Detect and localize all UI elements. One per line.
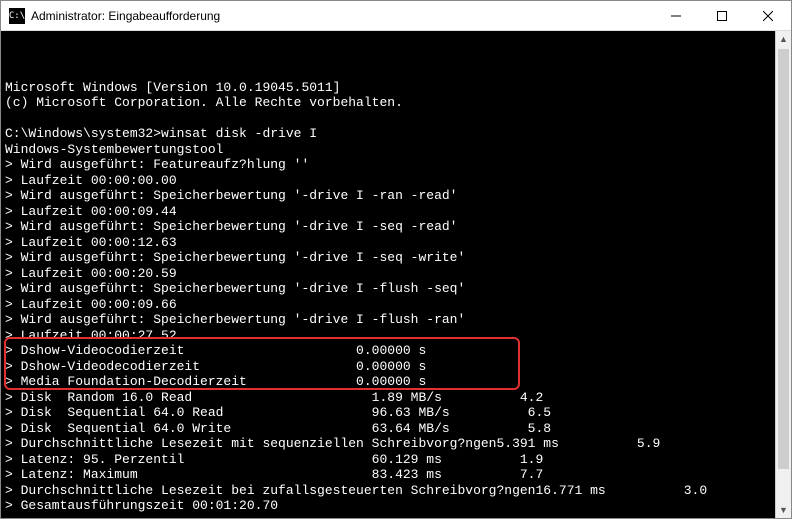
terminal-line: > Laufzeit 00:00:20.59 [5, 266, 787, 282]
terminal-line: > Laufzeit 00:00:09.44 [5, 204, 787, 220]
terminal-line: > Wird ausgeführt: Speicherbewertung '-d… [5, 188, 787, 204]
terminal-line: > Latenz: 95. Perzentil 60.129 ms 1.9 [5, 452, 787, 468]
terminal-line: > Dshow-Videocodierzeit 0.00000 s [5, 343, 787, 359]
app-icon: C:\ [9, 8, 25, 24]
terminal-line: > Wird ausgeführt: Featureaufz?hlung '' [5, 157, 787, 173]
window-controls [653, 1, 791, 30]
terminal-line: C:\Windows\system32>winsat disk -drive I [5, 126, 787, 142]
terminal-line: > Disk Random 16.0 Read 1.89 MB/s 4.2 [5, 390, 787, 406]
terminal-line: > Media Foundation-Decodierzeit 0.00000 … [5, 374, 787, 390]
close-button[interactable] [745, 1, 791, 30]
terminal-line: > Wird ausgeführt: Speicherbewertung '-d… [5, 250, 787, 266]
terminal-line: > Gesamtausführungszeit 00:01:20.70 [5, 498, 787, 514]
terminal-line: > Laufzeit 00:00:27.52 [5, 328, 787, 344]
terminal-line: (c) Microsoft Corporation. Alle Rechte v… [5, 95, 787, 111]
close-icon [763, 11, 773, 21]
vertical-scrollbar[interactable]: ▲ ▼ [775, 31, 791, 518]
terminal-line: > Disk Sequential 64.0 Write 63.64 MB/s … [5, 421, 787, 437]
minimize-button[interactable] [653, 1, 699, 30]
titlebar: C:\ Administrator: Eingabeaufforderung [1, 1, 791, 31]
maximize-button[interactable] [699, 1, 745, 30]
terminal-line: > Wird ausgeführt: Speicherbewertung '-d… [5, 281, 787, 297]
terminal-line: > Wird ausgeführt: Speicherbewertung '-d… [5, 219, 787, 235]
terminal-line: > Disk Sequential 64.0 Read 96.63 MB/s 6… [5, 405, 787, 421]
terminal-output[interactable]: Microsoft Windows [Version 10.0.19045.50… [1, 31, 791, 518]
window-title: Administrator: Eingabeaufforderung [31, 9, 653, 23]
terminal-line [5, 514, 787, 519]
terminal-line: > Durchschnittliche Lesezeit mit sequenz… [5, 436, 787, 452]
terminal-line: > Dshow-Videodecodierzeit 0.00000 s [5, 359, 787, 375]
command-prompt-window: C:\ Administrator: Eingabeaufforderung M… [0, 0, 792, 519]
scrollbar-thumb[interactable] [778, 49, 789, 469]
maximize-icon [717, 11, 727, 21]
terminal-line: > Laufzeit 00:00:12.63 [5, 235, 787, 251]
scroll-up-button[interactable]: ▲ [776, 31, 791, 47]
scroll-down-button[interactable]: ▼ [776, 502, 791, 518]
terminal-line: Microsoft Windows [Version 10.0.19045.50… [5, 80, 787, 96]
minimize-icon [671, 11, 681, 21]
terminal-line: > Laufzeit 00:00:09.66 [5, 297, 787, 313]
terminal-line: > Durchschnittliche Lesezeit bei zufalls… [5, 483, 787, 499]
terminal-line: > Wird ausgeführt: Speicherbewertung '-d… [5, 312, 787, 328]
terminal-line: > Latenz: Maximum 83.423 ms 7.7 [5, 467, 787, 483]
terminal-line [5, 111, 787, 127]
terminal-line: > Laufzeit 00:00:00.00 [5, 173, 787, 189]
terminal-line: Windows-Systembewertungstool [5, 142, 787, 158]
